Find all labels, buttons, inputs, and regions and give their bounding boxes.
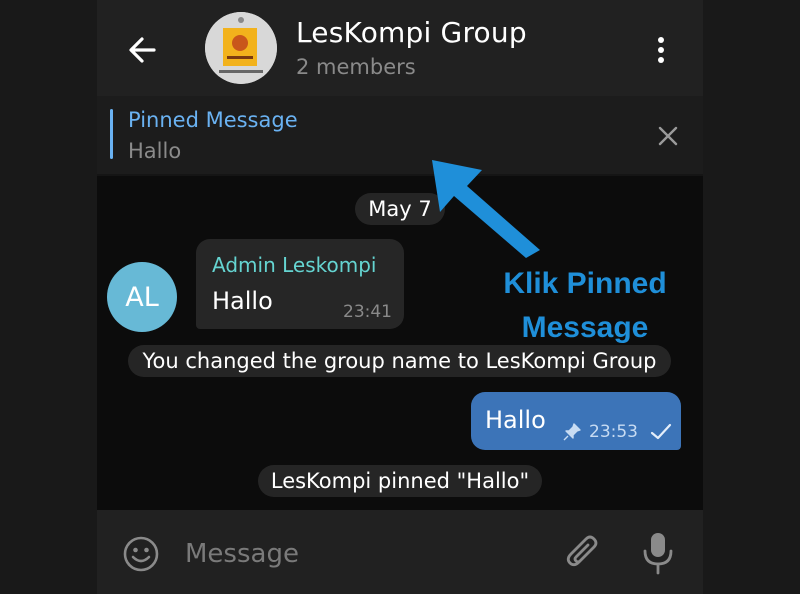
checkmark-icon [650,423,672,440]
emoji-icon[interactable] [121,534,161,574]
service-message-pinned: LesKompi pinned "Hallo" [258,465,542,497]
pin-icon [563,423,581,441]
outgoing-message[interactable]: Hallo 23:53 [471,392,681,450]
group-avatar[interactable] [205,12,277,84]
message-time: 23:53 [589,422,638,442]
message-composer [97,510,703,594]
annotation-line-2: Message [521,311,649,344]
message-time: 23:41 [343,302,392,322]
avatar[interactable]: AL [107,262,177,332]
close-pinned-button[interactable] [653,121,683,151]
close-icon [658,126,678,146]
pinned-message-bar[interactable]: Pinned Message Hallo [97,96,703,176]
more-vertical-icon-dot [658,57,664,63]
pinned-indicator [110,109,113,159]
microphone-icon[interactable] [640,530,676,576]
pinned-text: Hallo [128,139,182,163]
back-button[interactable] [123,30,163,70]
pinned-title: Pinned Message [128,108,298,132]
message-text: Hallo [485,406,546,434]
member-count: 2 members [296,55,416,79]
message-input[interactable] [185,534,525,574]
arrow-left-icon [129,37,156,63]
more-vertical-icon-dot [658,47,664,53]
annotation-arrow-icon [432,160,540,258]
annotation-line-1: Klik Pinned [503,267,667,300]
group-title[interactable]: LesKompi Group [296,16,527,49]
annotation-label: Klik Pinned Message [470,262,700,350]
message-text: Hallo [212,287,273,315]
paperclip-icon[interactable] [563,532,603,574]
podcast-logo-image [205,12,277,84]
more-vertical-icon [658,37,664,43]
chat-header: LesKompi Group 2 members [97,0,703,96]
more-menu-button[interactable] [649,30,673,70]
incoming-message[interactable]: Admin Leskompi Hallo 23:41 [196,239,404,329]
sender-name[interactable]: Admin Leskompi [212,253,376,277]
